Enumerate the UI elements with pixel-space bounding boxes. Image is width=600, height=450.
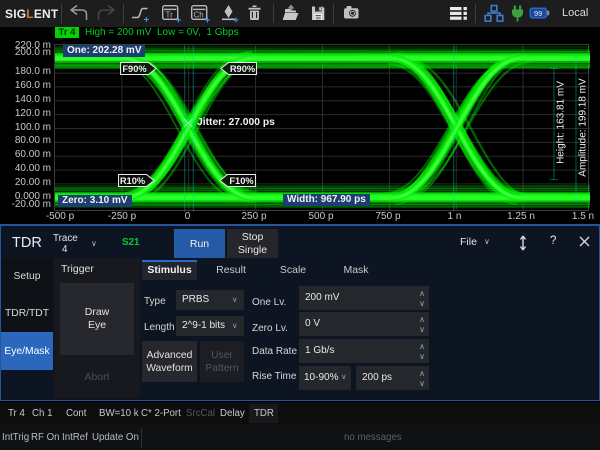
svg-text:+: + <box>205 16 211 27</box>
svg-text:R10%: R10% <box>120 176 146 186</box>
svg-text:Ch: Ch <box>194 11 204 20</box>
svg-text:+: + <box>233 16 239 27</box>
svg-text:R90%: R90% <box>230 64 256 74</box>
svg-text:F10%: F10% <box>229 176 254 186</box>
svg-text:99: 99 <box>534 9 542 18</box>
svg-text:+: + <box>144 15 150 26</box>
svg-text:+: + <box>176 16 182 27</box>
svg-text:Tr: Tr <box>166 11 174 20</box>
svg-text:F90%: F90% <box>122 64 147 74</box>
